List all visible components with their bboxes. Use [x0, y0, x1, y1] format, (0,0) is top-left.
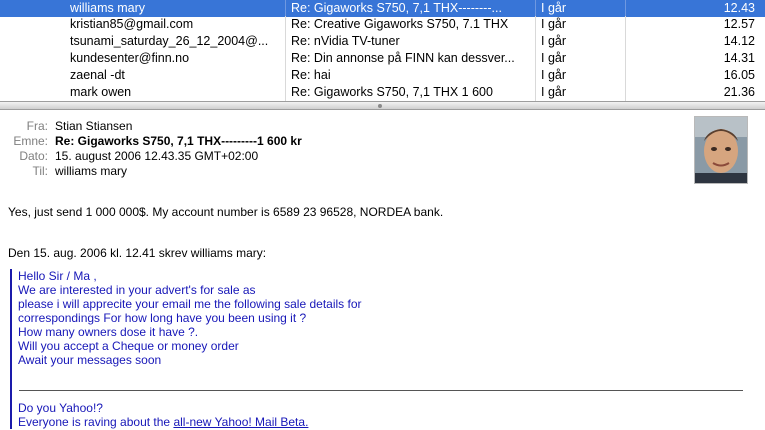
message-from: williams mary — [70, 1, 145, 15]
column-divider — [625, 84, 626, 101]
column-divider — [285, 33, 286, 50]
quote-line: please i will apprecite your email me th… — [18, 297, 362, 311]
message-date: I går — [541, 68, 567, 82]
quote-line: Hello Sir / Ma , — [18, 269, 97, 283]
message-time: 16.05 — [723, 68, 755, 82]
column-divider — [285, 67, 286, 84]
message-time: 12.57 — [723, 17, 755, 31]
message-subject: Re: Din annonse på FINN kan dessver... — [291, 51, 515, 65]
message-subject: Re: nVidia TV-tuner — [291, 34, 400, 48]
to-value[interactable]: williams mary — [55, 164, 127, 178]
column-divider — [535, 0, 536, 17]
message-row[interactable]: williams mary Re: Gigaworks S750, 7,1 THX… — [0, 0, 765, 17]
message-subject: Re: Creative Gigaworks S750, 7.1 THX — [291, 17, 509, 31]
reply-text: Yes, just send 1 000 000$. My account nu… — [8, 205, 444, 219]
message-time: 21.36 — [723, 85, 755, 99]
quoted-message: Hello Sir / Ma , We are interested in yo… — [10, 269, 765, 429]
column-divider — [625, 0, 626, 17]
splitter-handle-icon[interactable] — [378, 104, 382, 108]
message-from: kristian85@gmail.com — [70, 17, 194, 31]
quote-divider — [19, 390, 743, 391]
sender-avatar — [694, 116, 748, 184]
column-divider — [285, 50, 286, 67]
column-divider — [285, 84, 286, 101]
message-time: 14.12 — [723, 34, 755, 48]
message-date: I går — [541, 85, 567, 99]
message-row[interactable]: tsunami_saturday_26_12_2004@... Re: nVidi… — [0, 33, 765, 50]
subject-label: Emne: — [13, 134, 48, 148]
message-time: 12.43 — [723, 1, 755, 15]
column-divider — [535, 16, 536, 33]
message-time: 14.31 — [723, 51, 755, 65]
column-divider — [535, 67, 536, 84]
message-from: zaenal -dt — [70, 68, 125, 82]
message-row[interactable]: zaenal -dt Re: hai I går 16.05 — [0, 67, 765, 84]
message-from: mark owen — [70, 85, 132, 99]
pane-splitter[interactable] — [0, 101, 765, 110]
message-subject: Re: Gigaworks S750, 7,1 THX--------... — [291, 1, 502, 15]
from-label: Fra: — [26, 119, 48, 133]
column-divider — [625, 50, 626, 67]
message-from: kundesenter@finn.no — [70, 51, 190, 65]
attribution-line: Den 15. aug. 2006 kl. 12.41 skrev willia… — [8, 246, 267, 260]
sender-photo-icon — [695, 117, 747, 183]
column-divider — [535, 33, 536, 50]
message-row[interactable]: kundesenter@finn.no Re: Din annonse på FI… — [0, 50, 765, 67]
message-subject: Re: Gigaworks S750, 7,1 THX 1 600 — [291, 85, 493, 99]
column-divider — [625, 16, 626, 33]
message-list: williams mary Re: Gigaworks S750, 7,1 THX… — [0, 0, 765, 101]
message-date: I går — [541, 1, 567, 15]
quote-line: We are interested in your advert's for s… — [18, 283, 256, 297]
footer-line: Do you Yahoo!? — [18, 401, 103, 415]
footer-line-2: Everyone is raving about the all-new Yah… — [18, 415, 765, 429]
date-label: Dato: — [19, 149, 48, 163]
date-value: 15. august 2006 12.43.35 GMT+02:00 — [55, 149, 259, 163]
quote-line: Will you accept a Cheque or money order — [18, 339, 239, 353]
quote-line: Await your messages soon — [18, 353, 162, 367]
column-divider — [535, 50, 536, 67]
message-date: I går — [541, 51, 567, 65]
message-date: I går — [541, 17, 567, 31]
quote-line: How many owners dose it have ?. — [18, 325, 199, 339]
column-divider — [535, 84, 536, 101]
message-row[interactable]: kristian85@gmail.com Re: Creative Gigawor… — [0, 16, 765, 33]
from-value[interactable]: Stian Stiansen — [55, 119, 132, 133]
quote-line: correspondings For how long have you bee… — [18, 311, 307, 325]
column-divider — [625, 33, 626, 50]
to-label: Til: — [32, 164, 48, 178]
subject-value: Re: Gigaworks S750, 7,1 THX---------1 60… — [55, 134, 302, 148]
message-from: tsunami_saturday_26_12_2004@... — [70, 34, 269, 48]
footer-prefix: Everyone is raving about the — [18, 415, 174, 429]
column-divider — [285, 16, 286, 33]
message-row[interactable]: mark owen Re: Gigaworks S750, 7,1 THX 1 6… — [0, 84, 765, 101]
column-divider — [285, 0, 286, 17]
column-divider — [625, 67, 626, 84]
message-date: I går — [541, 34, 567, 48]
yahoo-mail-beta-link[interactable]: all-new Yahoo! Mail Beta. — [173, 415, 308, 429]
message-subject: Re: hai — [291, 68, 331, 82]
